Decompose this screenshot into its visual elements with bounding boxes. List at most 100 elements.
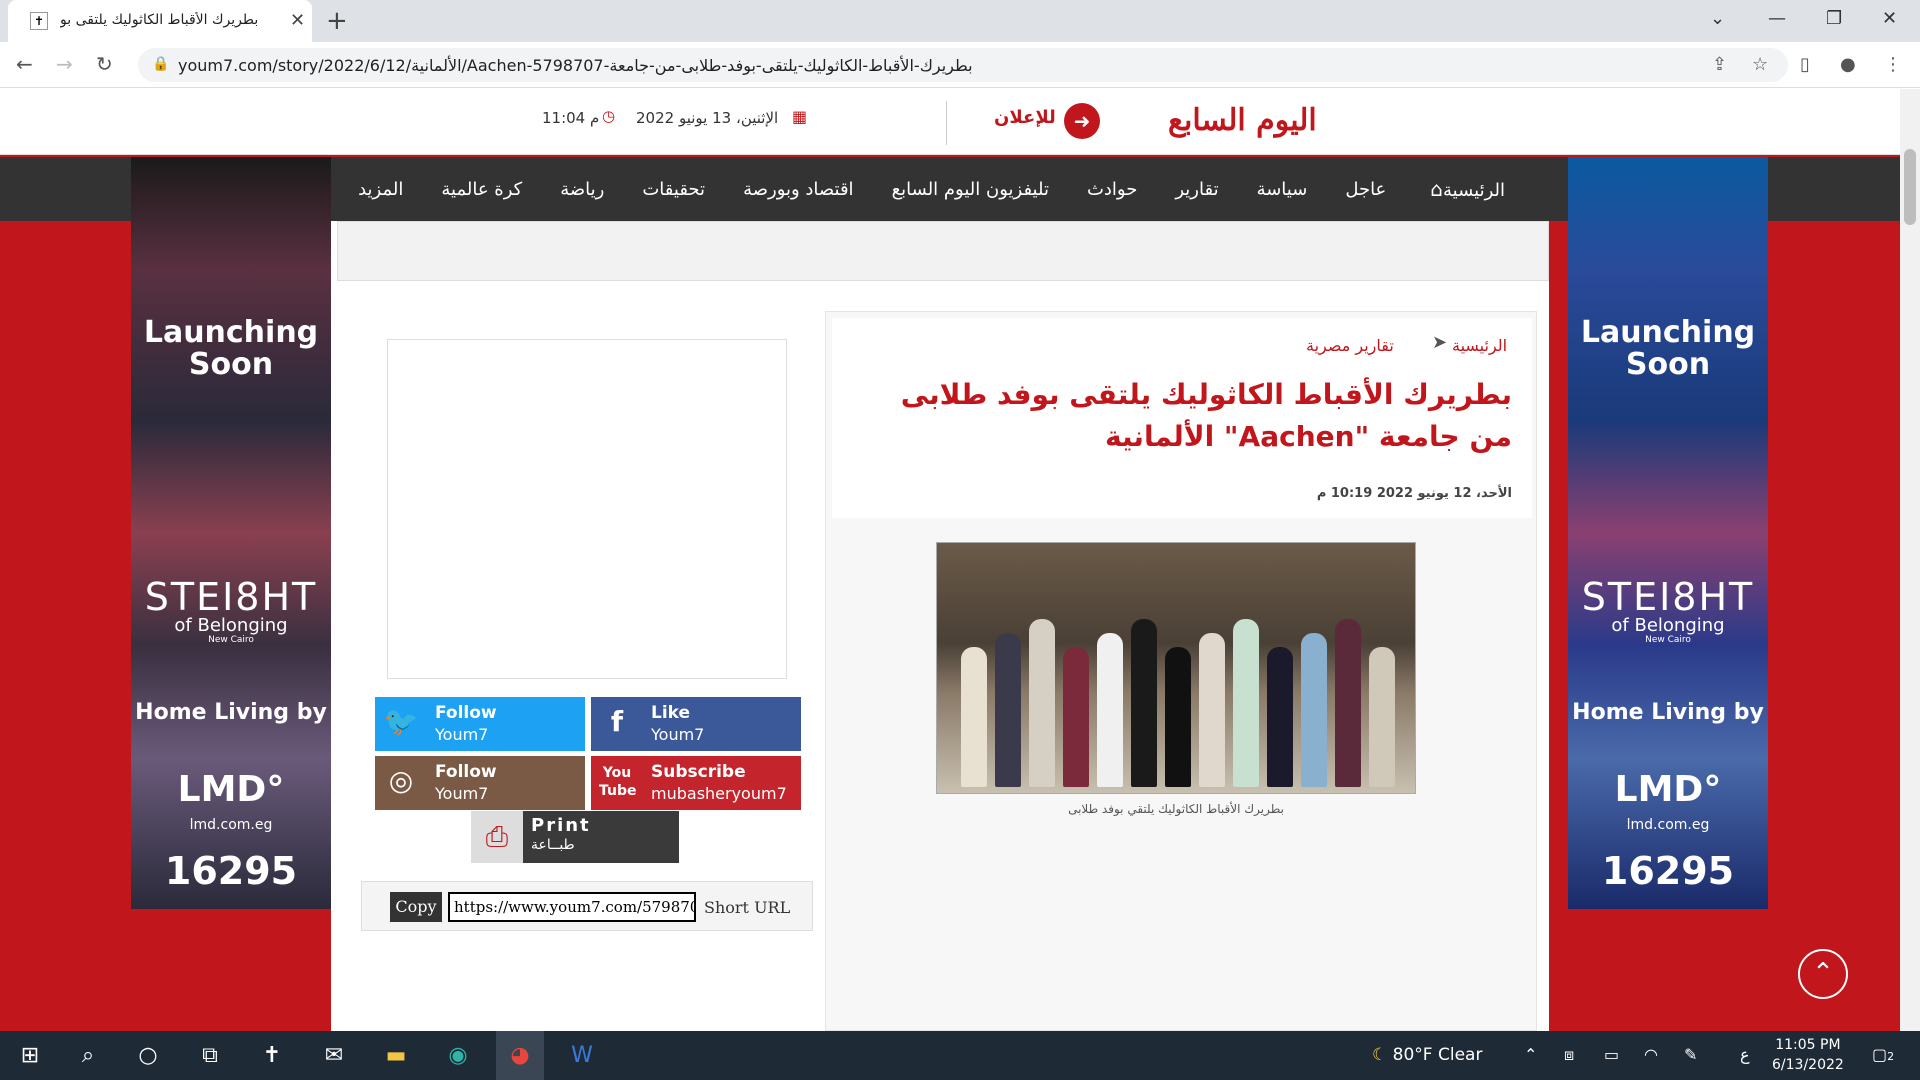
page-scrollbar[interactable] xyxy=(1900,89,1920,1031)
tab-search-icon[interactable]: ⌄ xyxy=(1710,8,1725,29)
right-side-ad[interactable]: Launching Soon STEI8HT of Belonging New … xyxy=(1568,157,1768,909)
photo-person xyxy=(1097,633,1123,787)
breadcrumb-section[interactable]: تقارير مصرية xyxy=(1306,336,1394,355)
article-photo[interactable] xyxy=(936,542,1416,794)
header-date: الإثنين، 13 يونيو 2022 xyxy=(636,109,779,127)
article-header: الرئيسية ➤ تقارير مصرية بطريرك الأقباط ا… xyxy=(832,318,1532,518)
short-url-input[interactable]: https://www.youm7.com/5798707 xyxy=(448,892,696,922)
close-window-button[interactable]: ✕ xyxy=(1882,8,1897,29)
twitter-follow-button[interactable]: 🐦 Follow Youm7 xyxy=(375,697,585,751)
scroll-to-top-button[interactable]: ⌃ xyxy=(1798,949,1848,999)
photo-person xyxy=(995,633,1021,787)
nav-item-label: المزيد xyxy=(358,178,404,200)
profile-avatar[interactable]: ● xyxy=(1840,54,1856,75)
chrome-icon[interactable]: ◕ xyxy=(496,1031,544,1080)
pen-icon[interactable]: ✎ xyxy=(1684,1045,1697,1064)
nav-item-label: اقتصاد وبورصة xyxy=(743,178,854,200)
share-icon[interactable]: ⇪ xyxy=(1712,54,1727,75)
home-icon: ⌂ xyxy=(1430,177,1443,201)
print-label-ar: طبــاعة xyxy=(531,837,575,853)
lock-icon[interactable]: 🔒 xyxy=(152,56,169,72)
tray-chevron-icon[interactable]: ⌃ xyxy=(1524,1045,1537,1064)
task-view-icon[interactable]: ⧉ xyxy=(186,1031,234,1080)
url-text[interactable]: youm7.com/story/2022/6/12/الألمانية/Aach… xyxy=(178,56,973,75)
nav-item-9[interactable]: كرة عالمية xyxy=(422,179,541,200)
browser-tab[interactable]: ✝ بطريرك الأقباط الكاثوليك يلتقى بو ✕ xyxy=(8,0,312,42)
file-explorer-icon[interactable]: ▬ xyxy=(372,1031,420,1080)
nav-item-8[interactable]: رياضة xyxy=(541,179,623,200)
calendar-icon: ▦ xyxy=(792,107,808,126)
browser-tabbar: ✝ بطريرك الأقباط الكاثوليك يلتقى بو ✕ + … xyxy=(0,0,1920,42)
edge-icon[interactable]: ◉ xyxy=(434,1031,482,1080)
maximize-button[interactable]: ❐ xyxy=(1826,8,1842,29)
nav-item-2[interactable]: سياسة xyxy=(1238,179,1327,200)
menu-icon[interactable]: ⋮ xyxy=(1884,54,1902,75)
windows-taskbar: ⊞ ⌕ ○ ⧉ ✝ ✉ ▬ ◉ ◕ W ☾ 80°F Clear ⌃ ⧈ ▭ ◠… xyxy=(0,1031,1920,1080)
windows-start-icon[interactable]: ⊞ xyxy=(6,1031,54,1080)
nav-item-10[interactable]: المزيد xyxy=(339,179,422,200)
facebook-like-button[interactable]: f Like Youm7 xyxy=(591,697,801,751)
word-icon[interactable]: W xyxy=(558,1031,606,1080)
breadcrumb-arrow-icon: ➤ xyxy=(1432,332,1448,353)
article-sidebar: 🐦 Follow Youm7 f Like Youm7 ◎ Follow You… xyxy=(351,311,813,1011)
clock-time: 11:05 PM xyxy=(1775,1037,1841,1053)
banner-ad-slot xyxy=(337,221,1549,281)
new-tab-button[interactable]: + xyxy=(326,6,348,36)
nav-item-3[interactable]: تقارير xyxy=(1156,179,1237,200)
scrollbar-thumb[interactable] xyxy=(1904,149,1916,225)
print-button[interactable]: ⎙ Print طبــاعة xyxy=(471,811,679,863)
mail-icon[interactable]: ✉ xyxy=(310,1031,358,1080)
reload-icon[interactable]: ↻ xyxy=(96,52,113,76)
copy-button[interactable]: Copy xyxy=(390,892,442,922)
browser-toolbar: ← → ↻ 🔒 youm7.com/story/2022/6/12/الألما… xyxy=(0,42,1920,88)
twitter-handle: Youm7 xyxy=(435,725,489,744)
forward-icon[interactable]: → xyxy=(56,52,73,76)
side-panel-icon[interactable]: ▯ xyxy=(1800,54,1810,75)
ad-hotline: 16295 xyxy=(1601,849,1735,893)
instagram-handle: Youm7 xyxy=(435,784,489,803)
search-icon[interactable]: ⌕ xyxy=(64,1031,112,1080)
advertise-icon[interactable]: ➜ xyxy=(1064,103,1100,139)
language-indicator[interactable]: ع xyxy=(1740,1045,1750,1064)
nav-item-5[interactable]: تليفزيون اليوم السابع xyxy=(873,179,1068,200)
bookmark-star-icon[interactable]: ☆ xyxy=(1752,54,1768,75)
short-url-label: Short URL xyxy=(704,898,791,917)
cortana-icon[interactable]: ○ xyxy=(124,1031,172,1080)
wifi-icon[interactable]: ◠ xyxy=(1644,1045,1658,1064)
nav-item-label: تليفزيون اليوم السابع xyxy=(891,178,1049,200)
nav-item-1[interactable]: عاجل xyxy=(1326,179,1405,200)
web-page: اليوم السابع ➜ للإعلان ▦ الإثنين، 13 يون… xyxy=(0,89,1920,1031)
facebook-label: Like xyxy=(651,703,691,723)
nav-item-4[interactable]: حوادث xyxy=(1068,179,1156,200)
photo-person xyxy=(961,647,987,787)
left-side-ad[interactable]: Launching Soon STEI8HT of Belonging New … xyxy=(131,157,331,909)
minimize-button[interactable]: — xyxy=(1768,8,1786,29)
site-logo[interactable]: اليوم السابع xyxy=(1168,103,1317,138)
photo-person xyxy=(1233,619,1259,787)
ad-lmd-logo: LMD° xyxy=(1614,769,1722,810)
nav-items: ⌂الرئيسية عاجل سياسة تقارير حوادث تليفزيون ال… xyxy=(330,157,1524,221)
taskbar-clock[interactable]: 11:05 PM 6/13/2022 xyxy=(1772,1035,1844,1075)
article: الرئيسية ➤ تقارير مصرية بطريرك الأقباط ا… xyxy=(825,311,1537,1031)
notification-icon[interactable]: ▢2 xyxy=(1872,1045,1894,1064)
bible-app-icon[interactable]: ✝ xyxy=(248,1031,296,1080)
close-tab-icon[interactable]: ✕ xyxy=(290,10,305,31)
nav-item-7[interactable]: تحقيقات xyxy=(623,179,724,200)
address-bar[interactable]: 🔒 youm7.com/story/2022/6/12/الألمانية/Aa… xyxy=(138,48,1788,82)
instagram-follow-button[interactable]: ◎ Follow Youm7 xyxy=(375,756,585,810)
nav-item-0[interactable]: ⌂الرئيسية xyxy=(1405,177,1524,201)
youtube-subscribe-button[interactable]: You Tube Subscribe mubasheryoum7 xyxy=(591,756,801,810)
photo-person xyxy=(1335,619,1361,787)
back-icon[interactable]: ← xyxy=(16,52,33,76)
ad-small: New Cairo xyxy=(1645,635,1691,645)
weather-widget[interactable]: ☾ 80°F Clear xyxy=(1372,1045,1482,1065)
nav-item-label: رياضة xyxy=(560,178,605,200)
advertise-link[interactable]: للإعلان xyxy=(994,107,1056,128)
site-favicon-icon: ✝ xyxy=(30,12,48,30)
nav-item-6[interactable]: اقتصاد وبورصة xyxy=(724,179,873,200)
article-headline: بطريرك الأقباط الكاثوليك يلتقى بوفد طلاب… xyxy=(900,378,1512,453)
battery-icon[interactable]: ▭ xyxy=(1604,1045,1619,1064)
breadcrumb-home[interactable]: الرئيسية xyxy=(1452,336,1507,355)
meet-icon[interactable]: ⧈ xyxy=(1564,1045,1574,1065)
twitter-icon: 🐦 xyxy=(383,705,419,738)
